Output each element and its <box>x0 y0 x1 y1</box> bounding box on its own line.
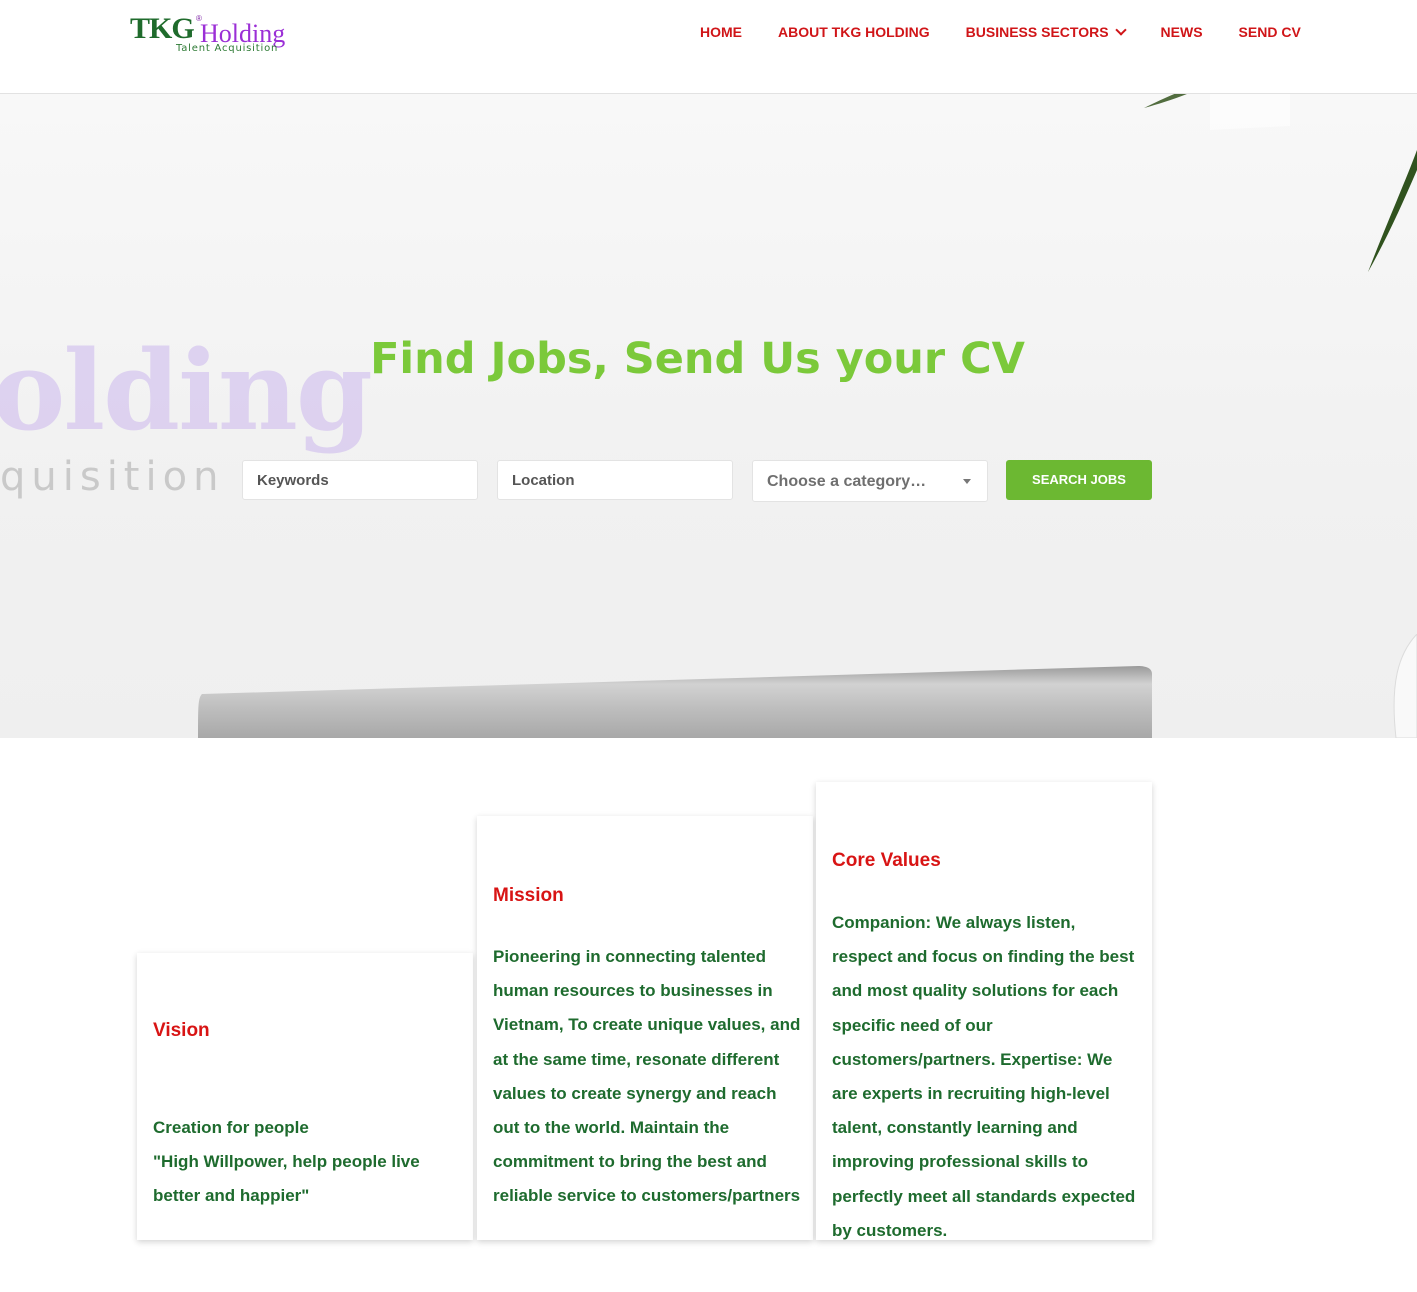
nav-business-sectors-label: BUSINESS SECTORS <box>965 24 1109 40</box>
plant-leaves-image <box>1144 94 1417 272</box>
nav-home-link[interactable]: HOME <box>700 22 742 42</box>
hero-title: Find Jobs, Send Us your CV <box>370 334 1025 384</box>
mission-card: Mission Pioneering in connecting talente… <box>477 816 813 1240</box>
tkg-holding-logo[interactable]: TKG ® Holding Talent Acquisition <box>130 12 300 58</box>
chevron-down-icon <box>1114 23 1127 36</box>
core-values-text: Companion: We always listen, respect and… <box>832 913 1136 1240</box>
desk-bar-image <box>198 666 1152 738</box>
location-input[interactable] <box>497 460 733 500</box>
logo-tkg-text: TKG <box>130 12 195 45</box>
dropdown-caret-icon <box>963 479 971 484</box>
decor-shape-image <box>1393 634 1417 738</box>
logo-tagline: Talent Acquisition <box>176 43 279 54</box>
search-jobs-button[interactable]: SEARCH JOBS <box>1006 460 1152 500</box>
nav-business-sectors-link[interactable]: BUSINESS SECTORS <box>965 22 1127 42</box>
hero-watermark-acquisition: quisition <box>0 454 225 500</box>
mission-title: Mission <box>493 885 564 906</box>
vision-line-1: Creation for people <box>153 1118 309 1137</box>
nav-news-link[interactable]: NEWS <box>1161 22 1203 42</box>
hero-section: olding quisition Find Jobs, Send Us your… <box>0 94 1417 738</box>
category-select[interactable]: Choose a category… <box>752 460 988 502</box>
vision-text: Creation for people "High Willpower, hel… <box>153 1111 461 1214</box>
keywords-input[interactable] <box>242 460 478 500</box>
vision-title: Vision <box>153 1020 210 1041</box>
core-values-title: Core Values <box>832 850 941 871</box>
vision-card: Vision Creation for people "High Willpow… <box>137 953 473 1240</box>
core-values-card: Core Values Companion: We always listen,… <box>816 782 1152 1240</box>
nav-send-cv-link[interactable]: SEND CV <box>1239 22 1301 42</box>
main-nav: HOME ABOUT TKG HOLDING BUSINESS SECTORS … <box>700 22 1301 42</box>
nav-about-link[interactable]: ABOUT TKG HOLDING <box>778 22 930 42</box>
site-header: TKG ® Holding Talent Acquisition HOME AB… <box>0 0 1417 94</box>
mission-text: Pioneering in connecting talented human … <box>493 947 801 1206</box>
category-select-value: Choose a category… <box>767 473 927 490</box>
vision-line-2: "High Willpower, help people live better… <box>153 1152 420 1206</box>
